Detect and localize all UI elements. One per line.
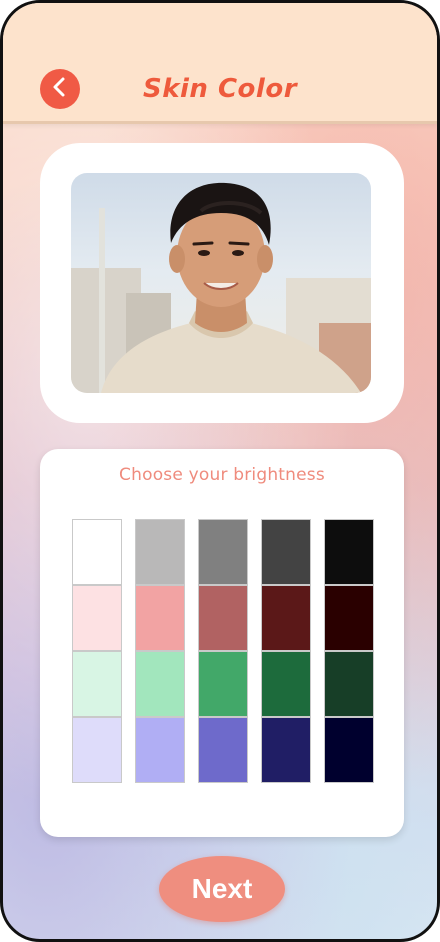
app-header: Skin Color: [3, 3, 437, 124]
color-swatch[interactable]: [261, 519, 311, 585]
color-swatch[interactable]: [198, 585, 248, 651]
person-figure: [101, 182, 361, 393]
color-swatch[interactable]: [324, 519, 374, 585]
color-swatch[interactable]: [72, 651, 122, 717]
color-swatch[interactable]: [72, 585, 122, 651]
color-swatch[interactable]: [324, 651, 374, 717]
color-swatch[interactable]: [135, 519, 185, 585]
color-swatch[interactable]: [324, 717, 374, 783]
color-swatch[interactable]: [198, 519, 248, 585]
brightness-prompt: Choose your brightness: [119, 465, 325, 485]
color-swatch[interactable]: [135, 585, 185, 651]
color-swatch[interactable]: [324, 585, 374, 651]
photo-card: [40, 143, 404, 423]
color-swatch-grid: [72, 519, 374, 783]
portrait-photo: [71, 173, 371, 393]
page-title: Skin Color: [142, 74, 298, 104]
color-swatch[interactable]: [72, 717, 122, 783]
color-swatch[interactable]: [135, 717, 185, 783]
color-swatch[interactable]: [198, 651, 248, 717]
color-swatch[interactable]: [135, 651, 185, 717]
next-button[interactable]: Next: [159, 856, 285, 922]
color-swatch[interactable]: [261, 651, 311, 717]
color-swatch[interactable]: [261, 585, 311, 651]
phone-frame: Skin Color Choose your brightness Next: [0, 0, 440, 942]
color-swatch[interactable]: [198, 717, 248, 783]
color-swatch[interactable]: [72, 519, 122, 585]
color-swatch[interactable]: [261, 717, 311, 783]
brightness-card: Choose your brightness: [40, 449, 404, 837]
